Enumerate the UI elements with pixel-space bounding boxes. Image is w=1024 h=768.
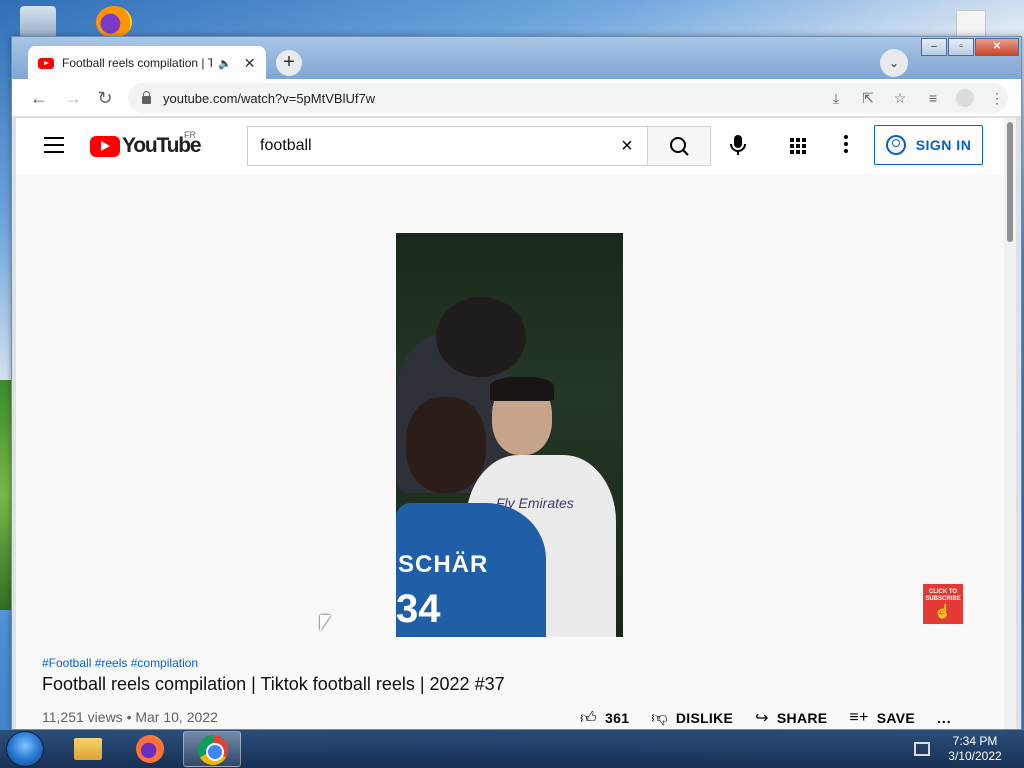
dislike-button[interactable]: 👎︎ DISLIKE: [651, 709, 733, 728]
subscribe-watermark-text: CLICK TO SUBSCRIBE: [925, 589, 961, 602]
file-explorer-icon: [74, 738, 102, 760]
network-tray-icon[interactable]: [914, 742, 930, 756]
share-button[interactable]: ↪ SHARE: [755, 708, 827, 728]
taskbar-chrome[interactable]: [183, 731, 241, 767]
share-page-icon[interactable]: ⇱: [852, 90, 884, 107]
system-clock[interactable]: 7:34 PM 3/10/2022: [940, 734, 1010, 764]
bookmark-star-icon[interactable]: ☆: [884, 90, 916, 107]
sign-in-button[interactable]: SIGN IN: [874, 125, 983, 165]
recycle-bin-icon[interactable]: [20, 6, 56, 38]
scrollbar-thumb[interactable]: [1007, 122, 1013, 242]
search-query: football: [260, 137, 312, 154]
tab-title: Football reels compilation | T: [62, 56, 212, 70]
reload-icon[interactable]: ↻: [92, 85, 118, 111]
youtube-masthead: YouTube FR football × SIGN IN: [16, 118, 1004, 174]
minimize-button[interactable]: –: [921, 38, 947, 56]
mouse-cursor-icon: [320, 615, 331, 631]
toolbar-right: ≡ ⋮: [917, 85, 1013, 111]
clock-date: 3/10/2022: [948, 749, 1002, 763]
clock-time: 7:34 PM: [952, 734, 998, 748]
share-label: SHARE: [776, 710, 828, 726]
video-actions: 👍︎ 361 👎︎ DISLIKE ↪ SHARE ≡+ SAVE ...: [580, 708, 952, 728]
video-player[interactable]: Fly Emirates SCHÄR 34: [396, 233, 623, 637]
page-scrollbar[interactable]: [1004, 118, 1016, 729]
save-button[interactable]: ≡+ SAVE: [849, 709, 915, 727]
firefox-desktop-icon[interactable]: [96, 6, 132, 38]
tab-strip: Football reels compilation | T 🔈 ✕ + ⌄ –…: [12, 37, 1021, 80]
url-text: youtube.com/watch?v=5pMtVBlUf7w: [163, 90, 376, 106]
more-actions-button[interactable]: ...: [937, 710, 952, 726]
profile-icon[interactable]: [949, 85, 981, 111]
video-figure-hair: [490, 377, 554, 401]
audio-playing-icon[interactable]: 🔈: [218, 57, 232, 70]
new-tab-button[interactable]: +: [276, 50, 302, 76]
video-hashtags[interactable]: #Football #reels #compilation: [42, 656, 198, 670]
media-control-icon[interactable]: ≡: [917, 85, 949, 111]
install-app-icon[interactable]: ⤓: [820, 90, 852, 107]
dislike-label: DISLIKE: [675, 710, 734, 726]
playlist-add-icon: ≡+: [849, 709, 869, 726]
taskbar-explorer[interactable]: [58, 731, 116, 767]
close-window-button[interactable]: ✕: [975, 38, 1019, 56]
thumbs-up-icon: 👍︎: [580, 709, 598, 727]
address-bar[interactable]: youtube.com/watch?v=5pMtVBlUf7w ⤓ ⇱ ☆: [128, 83, 1008, 113]
firefox-icon: [136, 735, 164, 763]
like-count: 361: [605, 710, 630, 726]
chrome-icon: [198, 735, 228, 765]
omnibox-actions: ⤓ ⇱ ☆: [820, 83, 916, 113]
page-viewport: YouTube FR football × SIGN IN Fly Emirat…: [16, 118, 1016, 729]
search-icon: [670, 137, 689, 156]
tab-close-icon[interactable]: ✕: [244, 55, 256, 72]
browser-toolbar: ← → ↻ youtube.com/watch?v=5pMtVBlUf7w ⤓ …: [12, 79, 1021, 117]
chrome-menu-icon[interactable]: ⋮: [981, 85, 1013, 111]
video-title: Football reels compilation | Tiktok foot…: [42, 674, 505, 694]
apps-grid-icon[interactable]: [790, 138, 806, 154]
taskbar-firefox[interactable]: [120, 731, 178, 767]
windows-taskbar: 7:34 PM 3/10/2022: [0, 730, 1024, 768]
tab-youtube[interactable]: Football reels compilation | T 🔈 ✕: [28, 46, 266, 80]
settings-menu-icon[interactable]: [841, 135, 851, 157]
guide-menu-icon[interactable]: [44, 137, 64, 153]
like-button[interactable]: 👍︎ 361: [580, 709, 629, 728]
share-arrow-icon: ↪: [755, 710, 769, 727]
sign-in-label: SIGN IN: [915, 137, 972, 153]
thumbs-down-icon: 👎︎: [651, 709, 668, 727]
subscribe-watermark[interactable]: CLICK TO SUBSCRIBE ☝: [923, 584, 963, 624]
back-icon[interactable]: ←: [26, 85, 52, 111]
video-figure-back-head: [406, 397, 486, 493]
country-code: FR: [184, 130, 196, 140]
microphone-icon: [730, 135, 746, 155]
account-icon: [885, 135, 906, 155]
tab-search-button[interactable]: ⌄: [880, 49, 908, 77]
browser-window: Football reels compilation | T 🔈 ✕ + ⌄ –…: [11, 36, 1022, 730]
shirt-name-text: SCHÄR: [398, 551, 489, 578]
lock-icon: [142, 91, 151, 104]
voice-search-button[interactable]: [728, 132, 748, 160]
search-input[interactable]: football ×: [247, 126, 647, 166]
start-button[interactable]: [6, 731, 44, 767]
video-meta: 11,251 views • Mar 10, 2022: [42, 709, 218, 725]
window-controls: – ▫ ✕: [920, 38, 1019, 56]
hand-pointer-icon: ☝: [934, 603, 952, 619]
shirt-number-text: 34: [396, 587, 441, 631]
video-figure-head: [436, 297, 526, 377]
youtube-favicon-icon: [38, 57, 54, 69]
search-button[interactable]: [647, 126, 711, 166]
youtube-play-logo-icon: [90, 135, 120, 157]
save-label: SAVE: [876, 710, 915, 726]
clear-search-icon[interactable]: ×: [607, 135, 647, 158]
maximize-button[interactable]: ▫: [948, 38, 974, 56]
forward-icon[interactable]: →: [60, 85, 86, 111]
